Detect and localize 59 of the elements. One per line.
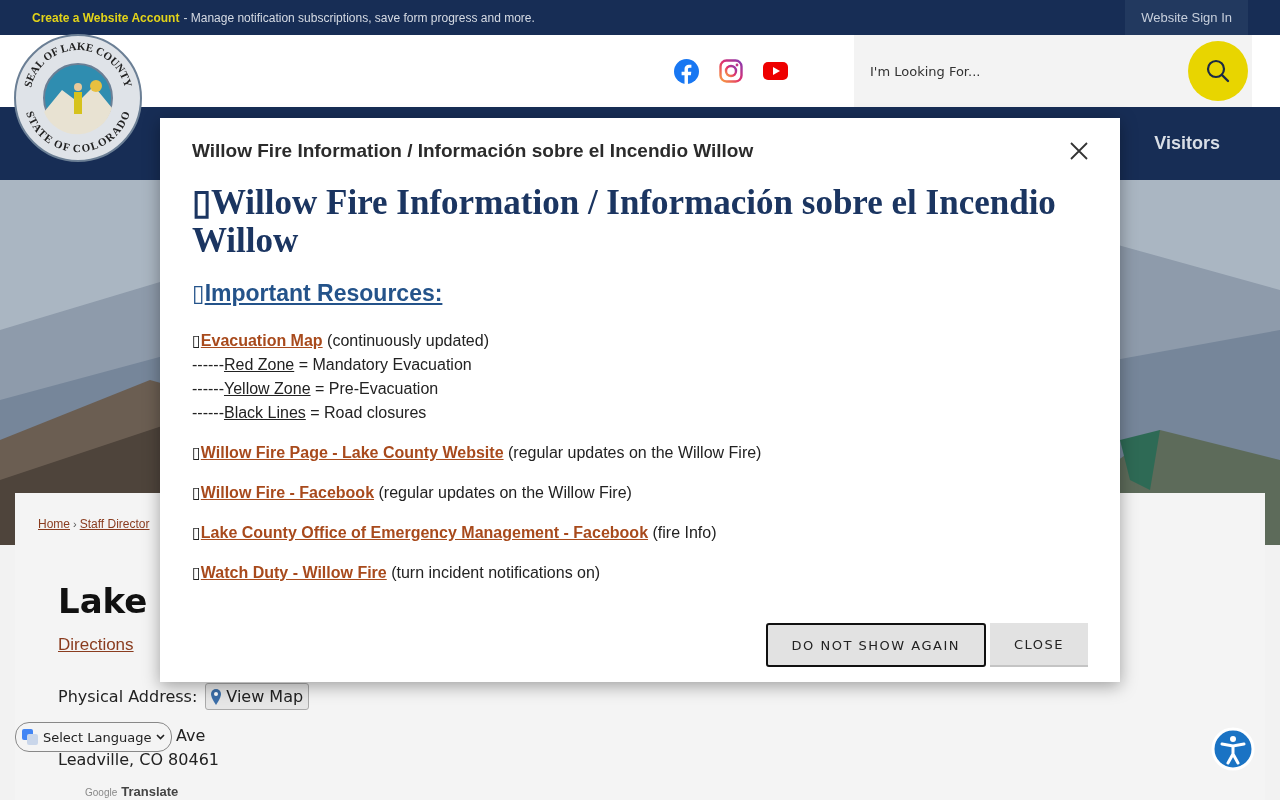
breadcrumb-link[interactable]: Staff Director: [79, 517, 150, 531]
search-input[interactable]: I'm Looking For...: [854, 62, 1188, 80]
legend-meaning: = Pre-Evacuation: [314, 379, 439, 399]
dash-prefix: ------: [192, 379, 224, 399]
dash-prefix: ------: [192, 403, 224, 423]
legend-meaning: = Mandatory Evacuation: [297, 355, 472, 375]
announcement-heading: ▯Willow Fire Information / Información sobre el Incendio Willow: [192, 184, 1057, 260]
glyph-icon: ▯: [192, 280, 205, 307]
nav-item[interactable]: Visitors: [1154, 133, 1220, 154]
breadcrumb-link[interactable]: Home: [38, 517, 70, 531]
search-field[interactable]: I'm Looking For...: [854, 35, 1252, 107]
do-not-show-again-button[interactable]: DO NOT SHOW AGAIN: [765, 623, 986, 667]
sign-in-button[interactable]: Website Sign In: [1125, 0, 1248, 35]
google-label: Google: [85, 787, 118, 798]
resource-link[interactable]: Willow Fire - Facebook: [200, 481, 375, 505]
glyph-icon: ▯: [192, 441, 201, 465]
link-note: (regular updates on the Willow Fire): [507, 443, 762, 463]
glyph-icon: ▯: [192, 521, 201, 545]
evacuation-map-link[interactable]: Evacuation Map: [200, 329, 323, 353]
resources-heading: Important Resources:: [204, 280, 443, 307]
link-note: (continuously updated): [326, 331, 489, 351]
create-account-link[interactable]: Create a Website Account: [32, 10, 180, 25]
legend-meaning: = Road closures: [309, 403, 427, 423]
account-description: - Manage notification subscriptions, save form progress and more.: [183, 10, 535, 25]
language-select[interactable]: Select Language: [15, 722, 173, 752]
glyph-icon: ▯: [192, 481, 201, 505]
glyph-icon: ▯: [192, 561, 201, 585]
youtube-icon[interactable]: [763, 62, 788, 80]
breadcrumb-separator: ›: [73, 518, 77, 530]
address-label: Physical Address:: [58, 687, 198, 706]
address-line: Ave: [176, 725, 206, 747]
dash-prefix: ------: [192, 355, 224, 375]
page-title: Lake: [58, 581, 148, 621]
resource-link[interactable]: Lake County Office of Emergency Management - Facebook: [200, 521, 649, 545]
close-dialog-button[interactable]: CLOSE: [989, 623, 1088, 667]
translate-icon: [22, 729, 38, 745]
link-note: (turn incident notifications on): [390, 563, 601, 583]
resource-link[interactable]: Willow Fire Page - Lake County Website: [200, 441, 504, 465]
instagram-icon[interactable]: [719, 59, 743, 83]
view-map-button[interactable]: View Map: [205, 683, 310, 710]
glyph-icon: ▯: [192, 329, 201, 353]
close-button[interactable]: [1070, 142, 1088, 160]
facebook-icon[interactable]: [674, 58, 699, 84]
close-icon: [1070, 142, 1088, 160]
legend-term: Yellow Zone: [223, 379, 311, 399]
search-icon: [1205, 58, 1231, 84]
legend-term: Red Zone: [223, 355, 295, 375]
directions-link[interactable]: Directions: [58, 635, 134, 655]
link-note: (regular updates on the Willow Fire): [377, 483, 632, 503]
resource-link[interactable]: Watch Duty - Willow Fire: [200, 561, 387, 585]
address-line: Leadville, CO 80461: [58, 749, 219, 771]
chevron-down-icon: [156, 734, 166, 740]
search-button[interactable]: [1188, 41, 1248, 101]
map-pin-icon: [211, 688, 222, 705]
accessibility-button[interactable]: [1211, 727, 1255, 771]
link-note: (fire Info): [651, 523, 717, 543]
legend-term: Black Lines: [223, 403, 306, 423]
dialog-title: Willow Fire Information / Información sobre el Incendio Willow: [192, 140, 754, 162]
translate-label: Translate: [121, 784, 179, 799]
